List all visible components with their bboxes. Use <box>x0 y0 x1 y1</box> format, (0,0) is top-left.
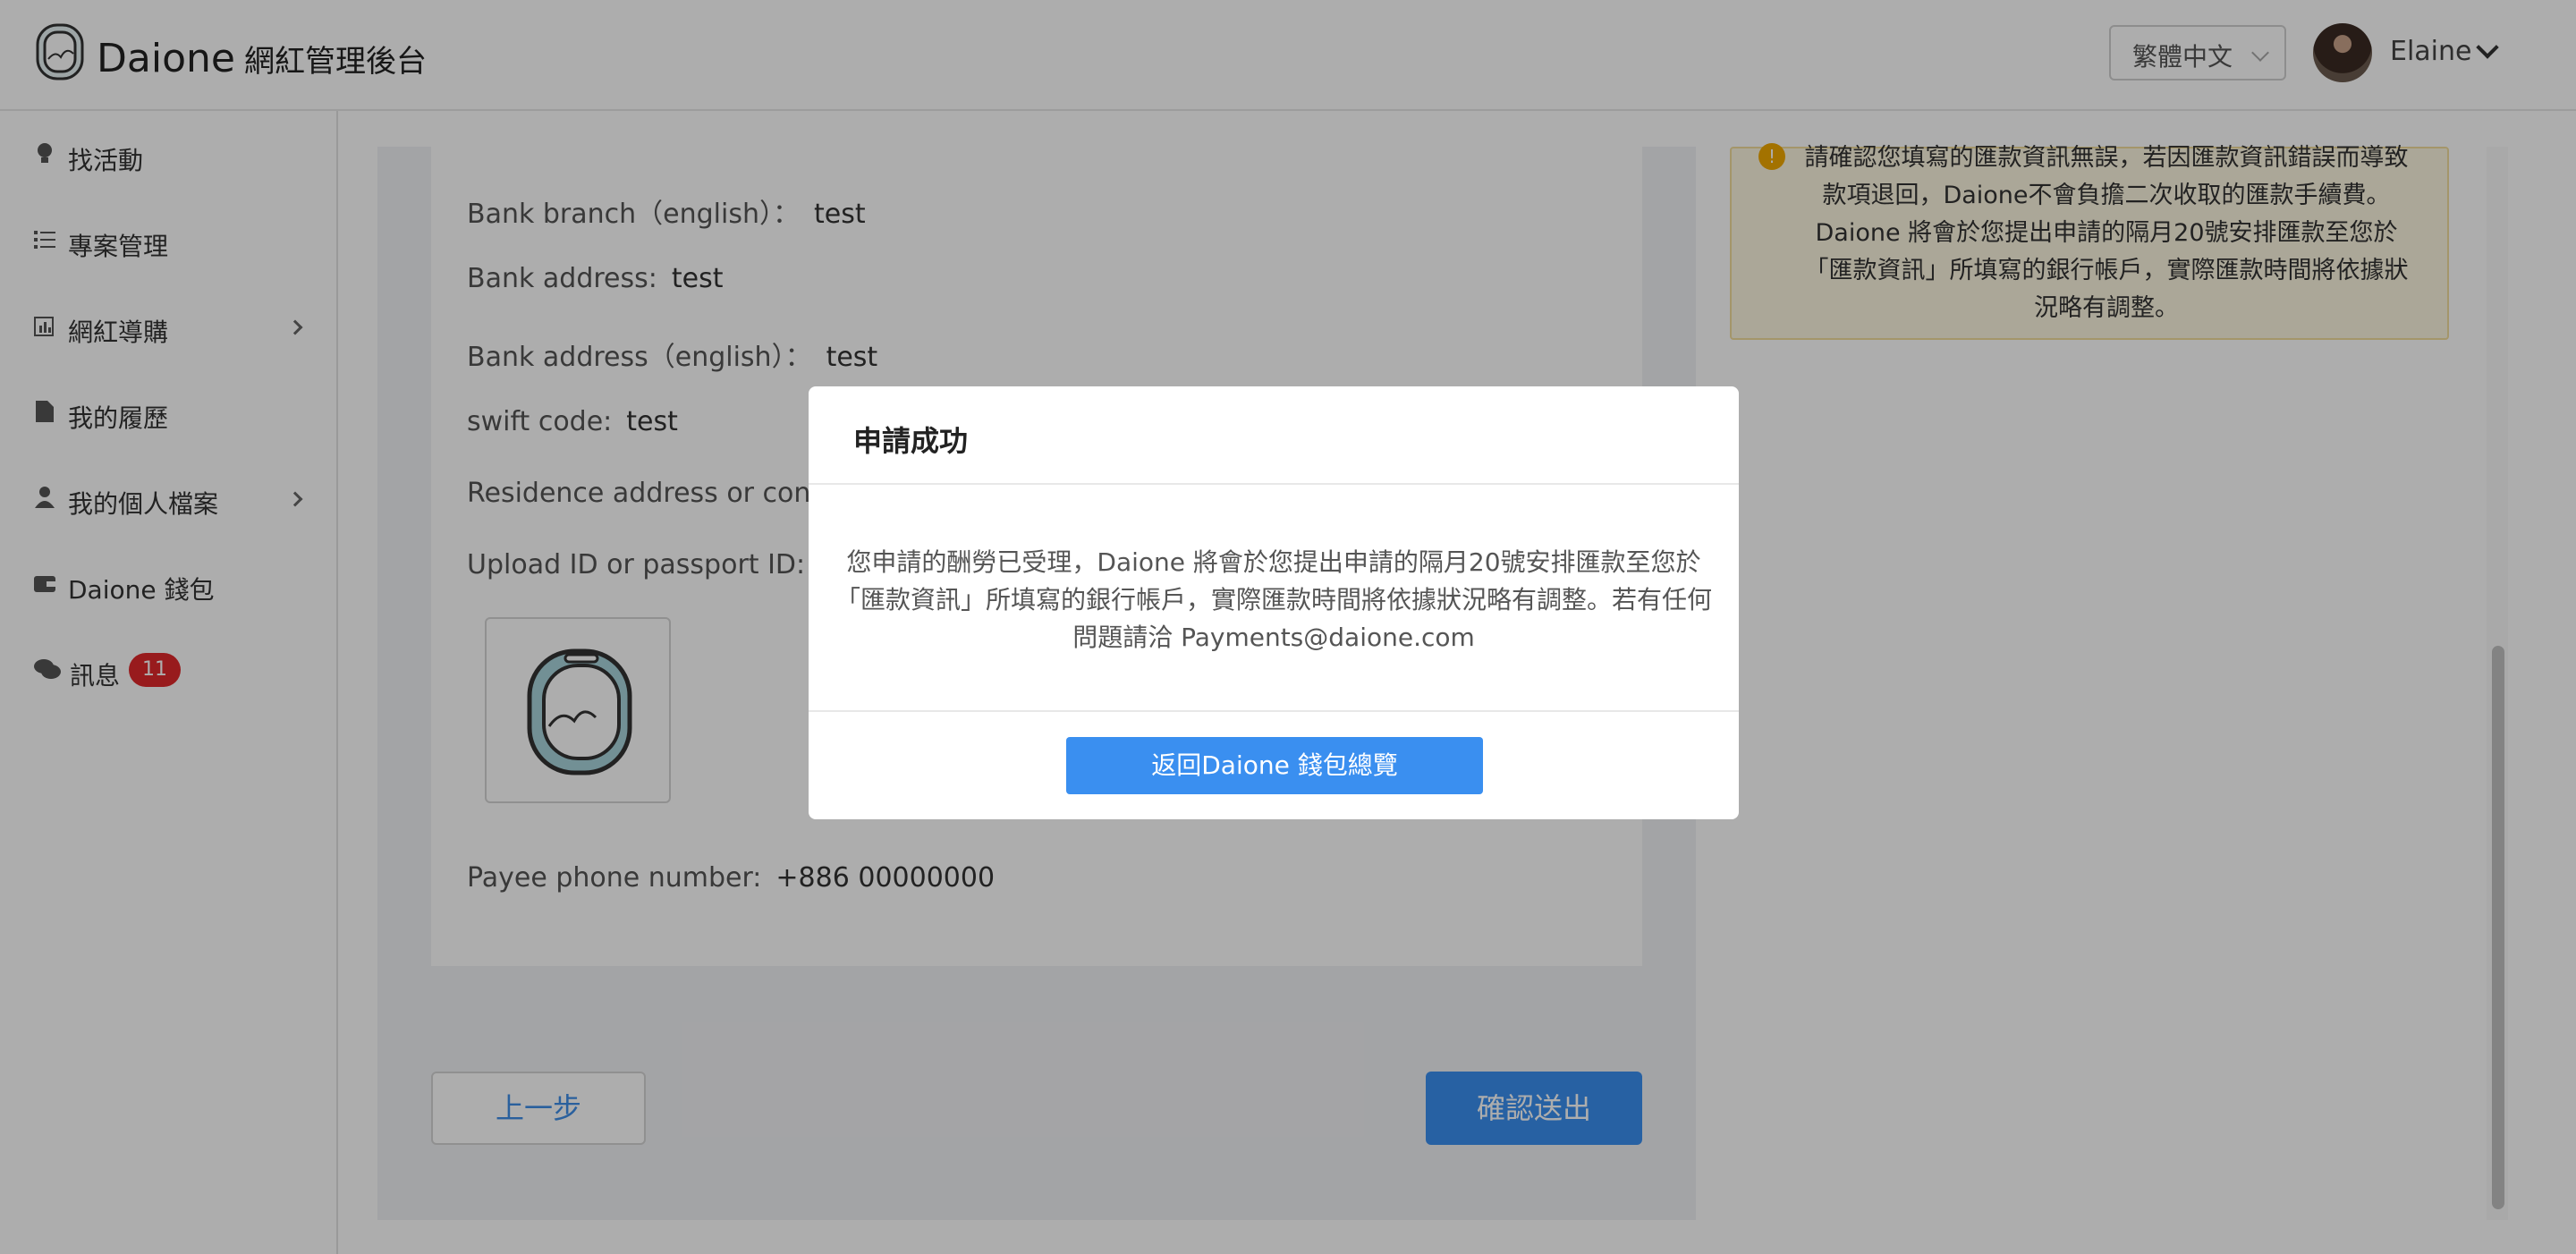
success-dialog: 申請成功 您申請的酬勞已受理，Daione 將會於您提出申請的隔月20號安排匯款… <box>809 386 1739 819</box>
dialog-title: 申請成功 <box>853 424 969 458</box>
back-to-wallet-button[interactable]: 返回Daione 錢包總覽 <box>1066 737 1483 794</box>
divider <box>809 483 1739 485</box>
dialog-message: 您申請的酬勞已受理，Daione 將會於您提出申請的隔月20號安排匯款至您於「匯… <box>835 547 1713 652</box>
divider <box>809 710 1739 712</box>
